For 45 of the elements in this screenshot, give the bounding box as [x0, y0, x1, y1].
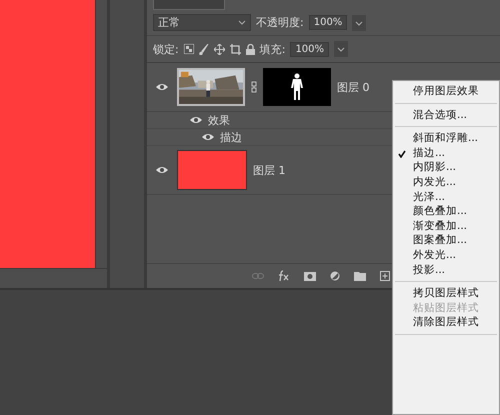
eye-icon[interactable]	[156, 83, 168, 91]
menu-item[interactable]: 内发光...	[393, 174, 499, 190]
menu-item[interactable]: 清除图层样式	[393, 315, 499, 330]
caret-icon	[238, 20, 246, 25]
effect-name[interactable]: 描边	[220, 130, 242, 144]
menu-item[interactable]: 投影...	[393, 262, 499, 278]
opacity-field[interactable]: 100%	[308, 15, 348, 30]
menu-item[interactable]: 外发光...	[393, 248, 499, 263]
fill-field[interactable]: 100%	[290, 42, 330, 56]
menu-item[interactable]: 内阴影...	[393, 160, 499, 175]
mask-icon[interactable]	[304, 272, 316, 280]
link-icon[interactable]	[251, 81, 257, 93]
opacity-label: 不透明度:	[256, 15, 304, 30]
lock-label: 锁定:	[153, 42, 179, 56]
scrollbar[interactable]	[95, 0, 107, 268]
caret-icon[interactable]	[334, 41, 348, 57]
blend-mode-dropdown[interactable]: 正常	[153, 14, 251, 31]
layer-thumbnail[interactable]	[177, 150, 247, 190]
eye-icon[interactable]	[156, 166, 168, 174]
folder-icon[interactable]	[354, 272, 366, 280]
brush-icon[interactable]	[198, 44, 209, 54]
move-icon[interactable]	[214, 44, 225, 54]
layer-mask[interactable]	[263, 68, 331, 106]
artboard-icon[interactable]	[230, 44, 241, 54]
layer-name: 图层 1	[253, 162, 286, 178]
menu-item[interactable]: 描边...	[393, 146, 499, 160]
layer-name: 图层 0	[337, 80, 370, 94]
new-layer-icon[interactable]	[380, 271, 390, 281]
checkerboard-icon[interactable]	[184, 44, 194, 54]
lock-icon[interactable]	[246, 44, 255, 54]
adjustment-icon[interactable]	[330, 271, 340, 281]
menu-item[interactable]: 颜色叠加...	[393, 204, 499, 219]
menu-item[interactable]: 斜面和浮雕...	[393, 131, 499, 146]
caret-icon[interactable]	[352, 14, 366, 30]
eye-icon[interactable]	[190, 116, 202, 124]
menu-item[interactable]: 图案叠加...	[393, 233, 499, 248]
effects-label: 效果	[208, 112, 230, 128]
fx-icon[interactable]	[278, 270, 290, 282]
menu-item[interactable]: 拷贝图层样式	[393, 286, 499, 301]
silhouette-icon	[291, 73, 303, 101]
menu-item[interactable]: 停用图层效果	[393, 84, 499, 99]
fill-label: 填充:	[260, 42, 286, 56]
menu-item[interactable]: 渐变叠加...	[393, 218, 499, 234]
eye-icon[interactable]	[202, 133, 214, 141]
scrollbar[interactable]	[0, 268, 107, 288]
